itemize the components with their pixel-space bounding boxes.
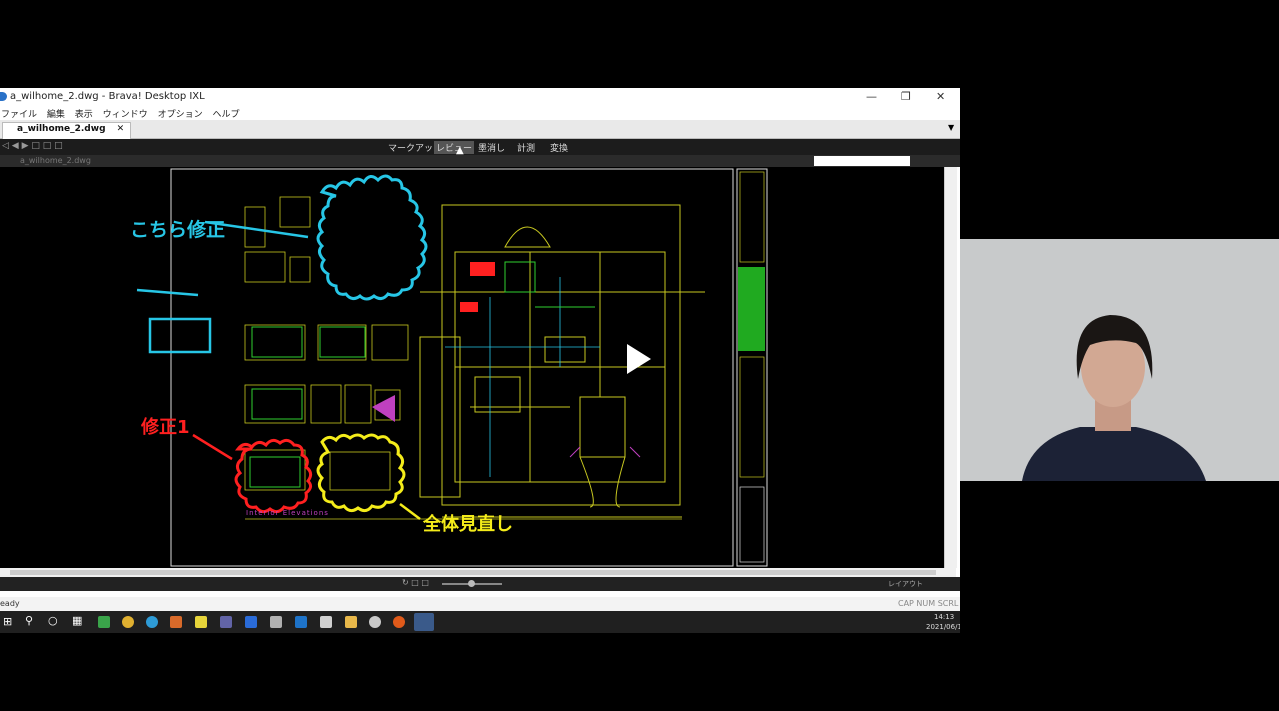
document-tab-label: a_wilhome_2.dwg: [17, 124, 106, 134]
document-tab-row: a_wilhome_2.dwg ✕ ▼: [0, 120, 960, 139]
taskbar-brava-icon[interactable]: [414, 613, 434, 631]
toolbar-review[interactable]: レビュー: [434, 141, 475, 154]
menu-options[interactable]: オプション: [158, 110, 203, 120]
cortana-icon[interactable]: ○: [48, 614, 58, 627]
red-annotation-text: 修正1: [141, 417, 190, 438]
yellow-cloud-markup: [316, 433, 406, 513]
cyan-cloud-markup: [316, 174, 428, 301]
horizontal-scrollbar[interactable]: [0, 568, 956, 577]
yellow-pointer-line: [399, 503, 421, 520]
main-toolbar: ◁ ◀ ▶ □ □ □ マークアップ レビュー 墨消し 計測 変換 ▲: [0, 139, 960, 156]
document-tab[interactable]: a_wilhome_2.dwg ✕: [2, 122, 132, 139]
status-bar: eady CAP NUM SCRL: [0, 597, 960, 611]
taskbar-folder-icon[interactable]: [345, 616, 357, 628]
toolbar-measure[interactable]: 計測: [517, 141, 535, 154]
cyan-stroke: [136, 288, 199, 297]
app-window: a_wilhome_2.dwg - Brava! Desktop IXL — ❐…: [0, 88, 960, 633]
taskbar-edge-icon[interactable]: [146, 616, 158, 628]
cyan-rectangle: [148, 317, 212, 354]
zoom-slider-handle[interactable]: [468, 580, 475, 587]
app-icon: [0, 92, 7, 101]
vertical-scrollbar[interactable]: [944, 167, 957, 568]
taskbar-app-9[interactable]: [295, 616, 307, 628]
taskbar-app-7[interactable]: [245, 616, 257, 628]
taskbar-app-4[interactable]: [170, 616, 182, 628]
task-view-icon[interactable]: ▦: [72, 614, 82, 627]
toolbar-redact[interactable]: 墨消し: [478, 141, 505, 154]
view-controls-bar: ↻ □ □ レイアウト: [0, 577, 960, 591]
keyboard-status: CAP NUM SCRL: [898, 599, 959, 608]
zoom-select[interactable]: [814, 156, 910, 166]
red-cloud-markup: [234, 438, 313, 514]
menu-file[interactable]: ファイル: [1, 110, 37, 120]
status-text: eady: [0, 599, 20, 608]
taskbar-teams-icon[interactable]: [220, 616, 232, 628]
menu-bar: ファイル 編集 表示 ウィンドウ オプション ヘルプ: [0, 106, 960, 120]
clock-time: 14:13: [934, 613, 955, 621]
menu-view[interactable]: 表示: [75, 110, 93, 120]
title-block: [736, 168, 768, 567]
toolbar-convert[interactable]: 変換: [550, 141, 568, 154]
clock-date: 2021/06/17: [926, 623, 960, 631]
taskbar-app-1[interactable]: [98, 616, 110, 628]
document-path-bar: a_wilhome_2.dwg: [0, 155, 960, 167]
menu-help[interactable]: ヘルプ: [212, 110, 239, 120]
taskbar-app-13[interactable]: [393, 616, 405, 628]
menu-window[interactable]: ウィンドウ: [103, 110, 148, 120]
yellow-annotation-text: 全体見直し: [423, 514, 513, 535]
taskbar-app-10[interactable]: [320, 616, 332, 628]
windows-start-icon[interactable]: ⊞: [3, 615, 12, 628]
cyan-annotation-text: こちら修正: [130, 219, 226, 241]
menu-edit[interactable]: 編集: [47, 110, 65, 120]
red-pointer-line: [192, 433, 233, 461]
view-icons[interactable]: ↻ □ □: [402, 578, 429, 587]
drawing-canvas[interactable]: こちら修正 修正1 全体見直し Interior Elevations: [0, 167, 944, 568]
floor-plan: [419, 204, 705, 518]
minimize-icon[interactable]: —: [866, 90, 877, 103]
tab-close-icon[interactable]: ✕: [117, 124, 125, 134]
play-icon: [627, 344, 651, 374]
document-path: a_wilhome_2.dwg: [20, 156, 91, 165]
layout-label[interactable]: レイアウト: [888, 579, 923, 589]
search-icon[interactable]: ⚲: [25, 614, 33, 627]
nav-icons[interactable]: ◁ ◀ ▶ □ □ □: [2, 141, 63, 151]
close-icon[interactable]: ✕: [936, 90, 945, 103]
drawing-caption: Interior Elevations: [246, 509, 329, 517]
window-title: a_wilhome_2.dwg - Brava! Desktop IXL: [10, 91, 205, 102]
windows-taskbar: ⊞ ⚲ ○ ▦ 14:13 2021/06/17: [0, 611, 960, 633]
taskbar-app-12[interactable]: [369, 616, 381, 628]
taskbar-app-8[interactable]: [270, 616, 282, 628]
webcam-video: [960, 239, 1279, 481]
taskbar-app-5[interactable]: [195, 616, 207, 628]
taskbar-chrome-icon[interactable]: [122, 616, 134, 628]
title-bar: a_wilhome_2.dwg - Brava! Desktop IXL — ❐…: [0, 88, 960, 106]
restore-icon[interactable]: ❐: [901, 90, 911, 103]
tab-dropdown-icon[interactable]: ▼: [948, 123, 954, 132]
